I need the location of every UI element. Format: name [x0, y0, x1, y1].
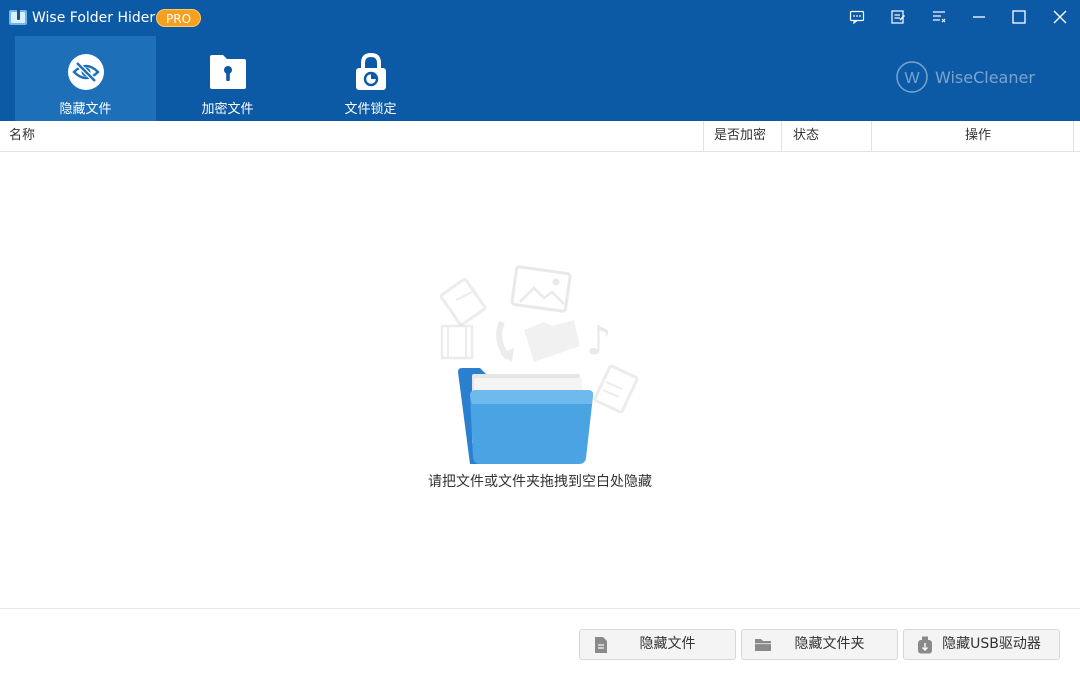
close-icon[interactable]	[1046, 4, 1074, 30]
tab-encrypt-files-label: 加密文件	[201, 102, 254, 117]
folder-keyhole-icon	[208, 52, 248, 92]
bottom-divider	[0, 608, 1080, 609]
hide-folder-button[interactable]: 隐藏文件夹	[741, 629, 898, 660]
hide-folder-button-label: 隐藏文件夹	[794, 636, 865, 652]
menu-icon[interactable]	[925, 4, 953, 30]
music-note-icon: ♪	[586, 318, 612, 364]
notes-icon[interactable]	[884, 4, 912, 30]
document-icon	[439, 277, 487, 327]
hide-usb-drive-button-label: 隐藏USB驱动器	[942, 636, 1041, 652]
pro-badge[interactable]: PRO	[156, 9, 202, 27]
column-divider[interactable]	[781, 121, 782, 152]
brand-mark-text: W	[904, 70, 920, 87]
eye-slash-icon	[66, 52, 106, 92]
tab-encrypt-files[interactable]: 加密文件	[157, 36, 298, 121]
drop-zone-illustration: ♪	[439, 265, 639, 464]
open-folder-icon	[458, 368, 594, 464]
column-status[interactable]: 状态	[793, 121, 819, 152]
hide-usb-drive-button[interactable]: 隐藏USB驱动器	[903, 629, 1060, 660]
header-bar: Wise Folder Hider PRO 隐藏文件 加密文件 文件锁定 W W…	[0, 0, 1080, 121]
film-icon	[440, 324, 474, 360]
padlock-icon	[351, 52, 391, 92]
file-list-header: 名称 是否加密 状态 操作	[0, 121, 1080, 152]
wisecleaner-logo-icon: W	[896, 61, 928, 93]
column-divider[interactable]	[703, 121, 704, 152]
column-name[interactable]: 名称	[9, 121, 35, 152]
text-file-icon	[593, 364, 639, 414]
feedback-icon[interactable]	[843, 4, 871, 30]
maximize-icon[interactable]	[1005, 4, 1033, 30]
image-icon	[510, 265, 572, 313]
music-note-glyph: ♪	[586, 318, 612, 364]
minimize-icon[interactable]	[965, 4, 993, 30]
tab-hide-files[interactable]: 隐藏文件	[15, 36, 156, 121]
column-divider[interactable]	[871, 121, 872, 152]
tab-hide-files-label: 隐藏文件	[59, 102, 112, 117]
column-encrypted[interactable]: 是否加密	[714, 121, 766, 152]
brand-name: WiseCleaner	[935, 67, 1035, 87]
column-divider[interactable]	[1073, 121, 1074, 152]
app-logo-icon	[9, 8, 27, 25]
column-actions[interactable]: 操作	[965, 121, 991, 152]
hide-files-button[interactable]: 隐藏文件	[579, 629, 736, 660]
app-title: Wise Folder Hider	[32, 10, 156, 26]
arrow-icon	[496, 320, 514, 362]
empty-state-message: 请把文件或文件夹拖拽到空白处隐藏	[428, 474, 652, 490]
tab-file-lock[interactable]: 文件锁定	[300, 36, 441, 121]
hide-files-button-label: 隐藏文件	[639, 636, 696, 652]
title-bar[interactable]: Wise Folder Hider PRO	[0, 0, 1080, 34]
wisecleaner-brand[interactable]: W WiseCleaner	[895, 60, 1035, 94]
tab-file-lock-label: 文件锁定	[344, 102, 397, 117]
folder-outline-icon	[524, 320, 580, 362]
